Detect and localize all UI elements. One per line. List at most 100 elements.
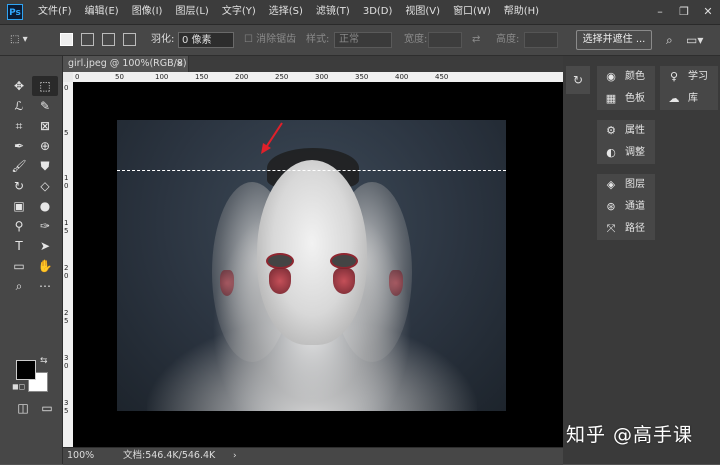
libraries-panel[interactable]: ☁ 库 xyxy=(660,88,718,110)
face xyxy=(257,160,367,345)
gradient-tool-icon[interactable]: ▣ xyxy=(6,196,32,216)
marquee-tool-icon[interactable]: ⬚ xyxy=(32,76,58,96)
intersect-selection-mode[interactable] xyxy=(123,33,136,46)
feather-input[interactable]: 0 像素 xyxy=(178,32,234,48)
menu-item-0[interactable]: 文件(F) xyxy=(38,0,72,24)
tool-grid: ✥ ⬚ ℒ ✎ ⌗ ⊠ ✒ ⊕ 🖌 ⛊ ↻ ◇ ▣ ● ⚲ ✑ T ➤ ▭ ✋ ⌕ ⋯ xyxy=(6,76,58,296)
foreground-color-swatch[interactable] xyxy=(16,360,36,380)
menu-item-7[interactable]: 3D(D) xyxy=(363,0,393,24)
properties-panel-icon: ⚙ xyxy=(606,124,616,137)
ruler-tick-label: 150 xyxy=(195,73,209,81)
height-label: 高度: xyxy=(496,34,520,45)
width-label: 宽度: xyxy=(404,34,428,45)
menu-items: 文件(F) 编辑(E) 图像(I) 图层(L) 文字(Y) 选择(S) 滤镜(T) 3D(D)… xyxy=(38,0,552,24)
default-colors-icon[interactable]: ◼◻ xyxy=(12,382,25,391)
zoom-tool-icon[interactable]: ⌕ xyxy=(6,276,32,296)
blur-tool-icon[interactable]: ● xyxy=(32,196,58,216)
color-panel[interactable]: ◉ 颜色 xyxy=(597,66,655,88)
color-panel-icon: ◉ xyxy=(606,70,616,83)
document-image[interactable] xyxy=(117,120,506,411)
subtract-selection-mode[interactable] xyxy=(102,33,115,46)
menu-item-4[interactable]: 文字(Y) xyxy=(222,0,256,24)
ruler-tick-label: 300 xyxy=(315,73,329,81)
layers-panel[interactable]: ◈ 图层 xyxy=(597,174,655,196)
workspace-icon[interactable]: ▭▾ xyxy=(686,25,703,55)
eyedropper-tool-icon[interactable]: ✒ xyxy=(6,136,32,156)
ghost-tear-right xyxy=(389,270,403,296)
lasso-tool-icon[interactable]: ℒ xyxy=(6,96,32,116)
screen-mode-icon[interactable]: ▭ xyxy=(34,398,60,418)
ruler-tick-label: 200 xyxy=(235,73,249,81)
selection-marquee[interactable] xyxy=(117,170,506,171)
menu-item-10[interactable]: 帮助(H) xyxy=(504,0,539,24)
swatches-panel[interactable]: ▦ 色板 xyxy=(597,88,655,110)
dodge-tool-icon[interactable]: ⚲ xyxy=(6,216,32,236)
adjustments-panel-icon: ◐ xyxy=(606,146,616,159)
left-tear xyxy=(269,268,291,294)
style-select[interactable]: 正常 xyxy=(334,32,392,48)
path-select-tool-icon[interactable]: ➤ xyxy=(32,236,58,256)
history-brush-tool-icon[interactable]: ↻ xyxy=(6,176,32,196)
antialias-checkbox[interactable]: ☐ 消除锯齿 xyxy=(244,25,296,55)
height-input[interactable] xyxy=(524,32,558,48)
right-tear xyxy=(333,268,355,294)
adjustments-panel-label: 调整 xyxy=(625,147,645,158)
adjustments-panel[interactable]: ◐ 调整 xyxy=(597,142,655,164)
select-and-mask-button[interactable]: 选择并遮住 ... xyxy=(576,30,652,50)
add-selection-mode[interactable] xyxy=(81,33,94,46)
spot-heal-tool-icon[interactable]: ⊕ xyxy=(32,136,58,156)
history-panel-icon[interactable]: ↻ xyxy=(566,66,590,94)
canvas-area[interactable] xyxy=(73,82,563,447)
ruler-tick-label: 250 xyxy=(275,73,289,81)
eraser-tool-icon[interactable]: ◇ xyxy=(32,176,58,196)
ruler-tick-label: 50 xyxy=(115,73,124,81)
menu-item-2[interactable]: 图像(I) xyxy=(132,0,163,24)
quick-select-tool-icon[interactable]: ✎ xyxy=(32,96,58,116)
search-icon[interactable]: ⌕ xyxy=(666,25,673,55)
width-input[interactable] xyxy=(428,32,462,48)
window-controls: – ❐ ✕ xyxy=(648,0,720,24)
menu-item-8[interactable]: 视图(V) xyxy=(405,0,440,24)
menu-item-6[interactable]: 滤镜(T) xyxy=(316,0,350,24)
frame-tool-icon[interactable]: ⊠ xyxy=(32,116,58,136)
stamp-tool-icon[interactable]: ⛊ xyxy=(32,156,58,176)
menu-item-5[interactable]: 选择(S) xyxy=(269,0,303,24)
vertical-ruler[interactable]: 0 5 1 0 1 5 2 0 2 5 3 0 3 5 xyxy=(63,82,73,447)
menu-item-9[interactable]: 窗口(W) xyxy=(453,0,491,24)
properties-panel-label: 属性 xyxy=(625,125,645,136)
restore-button[interactable]: ❐ xyxy=(672,0,696,24)
learn-panel[interactable]: ♀ 学习 xyxy=(660,66,718,88)
menu-item-1[interactable]: 编辑(E) xyxy=(85,0,119,24)
channels-panel[interactable]: ⊛ 通道 xyxy=(597,196,655,218)
brush-tool-icon[interactable]: 🖌 xyxy=(6,156,32,176)
new-selection-mode[interactable] xyxy=(60,33,73,46)
menu-item-3[interactable]: 图层(L) xyxy=(175,0,208,24)
ruler-tick-label: 0 xyxy=(75,73,80,81)
ruler-tick-label: 3 5 xyxy=(64,399,69,415)
status-menu-chevron-icon[interactable]: › xyxy=(233,448,237,464)
swap-colors-icon[interactable]: ⇆ xyxy=(40,356,48,366)
libraries-panel-icon: ☁ xyxy=(668,92,680,105)
minimize-button[interactable]: – xyxy=(648,0,672,24)
paths-panel[interactable]: ⤧ 路径 xyxy=(597,218,655,240)
shape-tool-icon[interactable]: ▭ xyxy=(6,256,32,276)
type-tool-icon[interactable]: T xyxy=(6,236,32,256)
swap-dimensions-icon[interactable]: ⇄ xyxy=(472,25,480,55)
document-tab[interactable]: girl.jpeg @ 100%(RGB/8) xyxy=(63,56,189,72)
zoom-level[interactable]: 100% xyxy=(67,448,94,464)
crop-tool-icon[interactable]: ⌗ xyxy=(6,116,32,136)
move-tool-icon[interactable]: ✥ xyxy=(6,76,32,96)
close-button[interactable]: ✕ xyxy=(696,0,720,24)
hand-tool-icon[interactable]: ✋ xyxy=(32,256,58,276)
ruler-tick-label: 450 xyxy=(435,73,449,81)
pen-tool-icon[interactable]: ✑ xyxy=(32,216,58,236)
more-tools-icon[interactable]: ⋯ xyxy=(32,276,58,296)
properties-panel[interactable]: ⚙ 属性 xyxy=(597,120,655,142)
ruler-tick-label: 400 xyxy=(395,73,409,81)
ruler-tick-label: 350 xyxy=(355,73,369,81)
tool-preset-icon[interactable]: ⬚ ▾ xyxy=(10,25,28,55)
horizontal-ruler[interactable]: 0 50 100 150 200 250 300 350 400 450 xyxy=(73,72,563,82)
tab-close-icon[interactable]: × xyxy=(176,56,184,72)
panel-group-1: ◉ 颜色 ▦ 色板 ⚙ 属性 ◐ 调整 ◈ 图层 ⊛ 通道 ⤧ 路径 xyxy=(597,66,655,240)
quick-mask-icon[interactable]: ◫ xyxy=(10,398,36,418)
